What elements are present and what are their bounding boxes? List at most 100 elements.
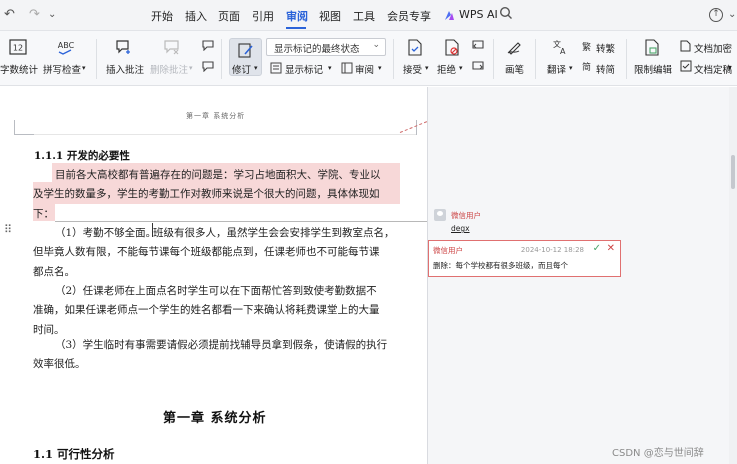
ribbon-separator — [393, 39, 394, 79]
tab-insert[interactable]: 插入 — [185, 8, 207, 24]
accept-check-icon[interactable]: ✓ — [593, 243, 601, 254]
next-change-icon[interactable] — [471, 60, 485, 72]
tab-view[interactable]: 视图 — [319, 8, 341, 24]
restrict-edit-icon[interactable] — [644, 39, 660, 56]
reject-dropdown-icon[interactable]: ▾ — [459, 64, 463, 72]
previous-comment-icon[interactable] — [201, 39, 215, 51]
doc-encrypt-label[interactable]: 文档加密 — [694, 41, 732, 55]
document-page[interactable]: 第一章 系统分析 1.1.1 开发的必要性 目前各大高校都有普遍存在的问题是：学… — [0, 87, 428, 464]
reject-close-icon[interactable]: ✕ — [607, 243, 615, 254]
review-pane-icon[interactable] — [341, 62, 353, 74]
ribbon-separator — [535, 39, 536, 79]
redo-icon[interactable]: ↷ — [29, 7, 40, 22]
svg-text:ABC: ABC — [58, 41, 75, 50]
body-text-line: 效率很低。 — [33, 358, 86, 370]
ribbon-separator — [96, 39, 97, 79]
to-simplified-icon[interactable]: 简 — [582, 60, 594, 72]
to-traditional-label[interactable]: 转繁 — [596, 41, 615, 55]
account-dropdown-icon[interactable]: ⌄ — [728, 9, 736, 20]
scrollbar-thumb[interactable] — [731, 155, 735, 189]
ribbon-separator — [493, 39, 494, 79]
section-heading: 1.1.1 开发的必要性 — [34, 150, 130, 162]
review-pane-label[interactable]: 审阅 — [355, 62, 374, 76]
to-traditional-icon[interactable]: 繁 — [582, 40, 594, 52]
tab-page[interactable]: 页面 — [218, 8, 240, 24]
body-text-line: 班级有很多人，虽然学生会会安排学生到教室点名， — [153, 227, 395, 239]
reject-change-label[interactable]: 拒绝 — [437, 62, 456, 76]
comment-user: 微信用户 — [451, 211, 481, 220]
show-markup-icon[interactable] — [270, 62, 282, 74]
doc-finalize-label[interactable]: 文档定稿 — [694, 62, 732, 76]
body-text-line: 准确，如果任课老师点一个学生的姓名都看一下来确认将耗费课堂上的大量 — [33, 304, 380, 316]
accept-change-icon[interactable] — [407, 39, 423, 56]
svg-text:繁: 繁 — [582, 41, 591, 52]
word-count-label[interactable]: 字数统计 — [0, 62, 38, 76]
tab-tools[interactable]: 工具 — [353, 8, 375, 24]
restrict-edit-label[interactable]: 限制编辑 — [634, 62, 672, 76]
word-count-icon[interactable]: 12 — [9, 39, 27, 55]
tab-review[interactable]: 审阅 — [286, 8, 308, 24]
translate-label[interactable]: 翻译 — [547, 62, 566, 76]
body-text-line: 及学生的数量多，学生的考勤工作对教师来说是个很大的问题，具体体现如 — [33, 188, 380, 200]
next-comment-icon[interactable] — [201, 60, 215, 72]
track-changes-icon — [238, 43, 254, 58]
deletion-text: 删除：每个学校都有很多班级，而且每个 — [433, 261, 568, 270]
show-markup-label[interactable]: 显示标记 — [285, 62, 323, 76]
doc-finalize-dropdown-icon[interactable]: ▾ — [728, 64, 732, 72]
undo-icon[interactable]: ↶ — [4, 7, 15, 22]
show-markup-dropdown-icon[interactable]: ▾ — [328, 64, 332, 72]
insert-comment-icon[interactable] — [115, 39, 133, 55]
accept-change-label[interactable]: 接受 — [403, 62, 422, 76]
delete-comment-icon — [163, 39, 181, 55]
reject-change-icon[interactable] — [444, 39, 460, 56]
quick-access-dropdown-icon[interactable]: ⌄ — [48, 9, 56, 20]
menu-bar: ↶ ↷ ⌄ 开始 插入 页面 引用 审阅 视图 工具 会员专享 WPS AI ↑… — [0, 0, 737, 31]
body-text-line: 时间。 — [33, 324, 65, 336]
body-text-line: （1）考勤不够全面。 — [55, 227, 157, 239]
deletion-date: 2024-10-12 18:28 — [520, 246, 584, 254]
delete-comment-label: 删除批注 — [150, 65, 189, 76]
review-pane-dropdown-icon[interactable]: ▾ — [378, 64, 382, 72]
translate-icon[interactable]: 文A — [552, 39, 568, 55]
deletion-marker-line — [55, 221, 428, 222]
svg-text:12: 12 — [13, 44, 23, 53]
drag-handle-icon[interactable]: ⠿ — [4, 223, 12, 236]
search-icon[interactable] — [499, 6, 513, 24]
chapter-title: 第一章 系统分析 — [163, 411, 267, 426]
spell-check-dropdown-icon[interactable]: ▾ — [82, 64, 86, 72]
body-text-line: （3）学生临时有事需要请假必须提前找辅导员拿到假条，使请假的执行 — [55, 339, 388, 351]
crop-mark — [416, 120, 417, 134]
svg-text:A: A — [560, 47, 566, 55]
svg-text:简: 简 — [582, 61, 591, 72]
insert-comment-label[interactable]: 插入批注 — [106, 62, 144, 76]
chevron-down-icon: ⌄ — [372, 40, 380, 50]
ribbon-separator — [221, 39, 222, 79]
track-changes-label[interactable]: 修订 — [232, 62, 251, 76]
markup-state-select[interactable]: 显示标记的最终状态 ⌄ — [266, 38, 386, 56]
tab-home[interactable]: 开始 — [151, 8, 173, 24]
tab-references[interactable]: 引用 — [252, 8, 274, 24]
pen-label[interactable]: 画笔 — [505, 62, 524, 76]
accept-dropdown-icon[interactable]: ▾ — [425, 64, 429, 72]
upload-icon[interactable]: ↑ — [709, 8, 723, 22]
doc-encrypt-icon[interactable] — [680, 40, 692, 52]
pen-icon[interactable] — [506, 39, 522, 55]
comment-text[interactable]: degx — [451, 224, 470, 233]
translate-dropdown-icon[interactable]: ▾ — [569, 64, 573, 72]
wps-ai-button[interactable]: WPS AI — [459, 8, 498, 21]
body-text-line: 都点名。 — [33, 266, 75, 278]
spell-check-icon[interactable]: ABC — [55, 39, 77, 55]
markup-state-value: 显示标记的最终状态 — [274, 44, 360, 55]
crop-mark — [14, 134, 34, 135]
previous-change-icon[interactable] — [471, 39, 485, 51]
spell-check-label[interactable]: 拼写检查 — [43, 62, 81, 76]
vertical-scrollbar[interactable] — [729, 87, 737, 464]
page-header: 第一章 系统分析 — [186, 112, 246, 120]
wps-ai-logo-icon — [444, 10, 455, 21]
tab-member[interactable]: 会员专享 — [387, 8, 431, 24]
doc-finalize-icon[interactable] — [680, 60, 692, 72]
to-simplified-label[interactable]: 转简 — [596, 62, 615, 76]
deletion-balloon[interactable]: 微信用户 2024-10-12 18:28 ✓ ✕ 删除：每个学校都有很多班级，… — [428, 240, 621, 277]
deletion-user: 微信用户 — [433, 246, 463, 255]
track-changes-dropdown-icon[interactable]: ▾ — [254, 64, 258, 72]
